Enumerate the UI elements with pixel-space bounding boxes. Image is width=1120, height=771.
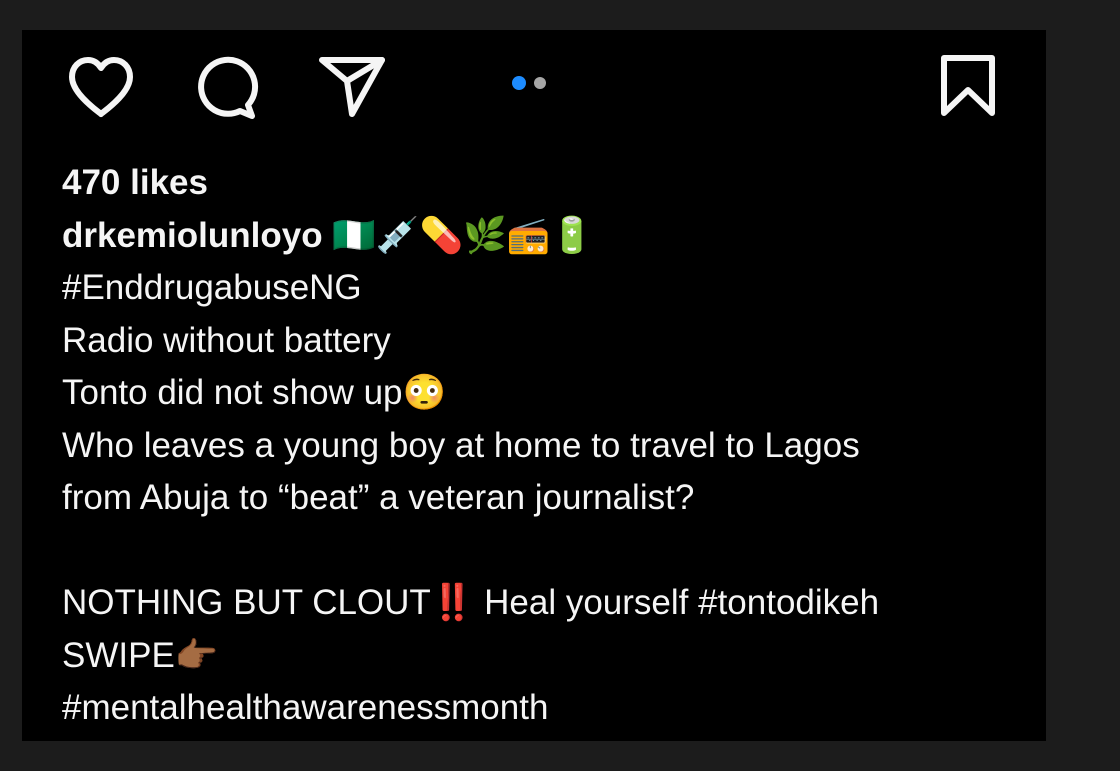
like-button[interactable] xyxy=(66,55,136,125)
username-link[interactable]: drkemiolunloyo xyxy=(62,216,323,255)
carousel-dot-active xyxy=(512,76,526,90)
save-button[interactable] xyxy=(936,53,1000,119)
caption-line: from Abuja to “beat” a veteran journalis… xyxy=(62,478,695,517)
caption-line: Tonto did not show up😳 xyxy=(62,373,447,412)
likes-count[interactable]: 470 likes xyxy=(62,157,1022,210)
carousel-dot xyxy=(534,77,546,89)
caption-line[interactable]: #EnddrugabuseNG xyxy=(62,262,1022,315)
comment-icon xyxy=(198,56,259,119)
post-content: 470 likes drkemiolunloyo 🇳🇬💉💊🌿📻🔋 #Enddru… xyxy=(62,157,1022,735)
post-card: 470 likes drkemiolunloyo 🇳🇬💉💊🌿📻🔋 #Enddru… xyxy=(22,30,1046,741)
caption-line: NOTHING BUT CLOUT‼️ Heal yourself #tonto… xyxy=(62,583,880,622)
bookmark-icon xyxy=(941,55,995,116)
share-button[interactable] xyxy=(318,54,388,124)
hashtag-link[interactable]: #mentalhealthawarenessmonth xyxy=(62,682,1022,735)
paper-plane-icon xyxy=(319,57,385,117)
carousel-indicator xyxy=(512,76,546,90)
caption-line: SWIPE👉🏾 xyxy=(62,635,219,675)
caption-author-line: drkemiolunloyo 🇳🇬💉💊🌿📻🔋 xyxy=(62,210,1022,263)
caption-line: Who leaves a young boy at home to travel… xyxy=(62,425,860,465)
caption-line: Radio without battery xyxy=(62,320,391,360)
action-bar xyxy=(22,30,1046,140)
username-emojis: 🇳🇬💉💊🌿📻🔋 xyxy=(332,215,594,256)
heart-icon xyxy=(69,57,133,117)
comment-button[interactable] xyxy=(192,55,262,125)
